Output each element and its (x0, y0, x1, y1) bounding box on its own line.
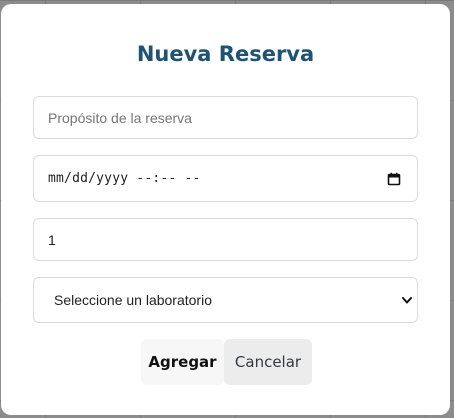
count-input[interactable]: 1 (33, 218, 418, 261)
chevron-down-icon (401, 294, 413, 306)
cancel-button[interactable]: Cancelar (224, 339, 312, 385)
purpose-input[interactable]: Propósito de la reserva (33, 96, 418, 139)
datetime-input[interactable]: mm/dd/yyyy --:-- -- (33, 155, 418, 202)
purpose-placeholder: Propósito de la reserva (48, 109, 192, 126)
modal-title: Nueva Reserva (136, 42, 315, 66)
chevron-down-icon-svg (402, 297, 412, 304)
add-button[interactable]: Agregar (141, 339, 224, 385)
calendar-icon-svg (387, 172, 401, 185)
new-reservation-modal: Nueva Reserva Propósito de la reserva mm… (1, 4, 450, 415)
datetime-placeholder: mm/dd/yyyy --:-- -- (48, 171, 201, 186)
calendar-icon[interactable] (387, 172, 401, 186)
count-value: 1 (48, 231, 56, 248)
laboratory-selected: Seleccione un laboratorio (54, 292, 212, 308)
laboratory-select[interactable]: Seleccione un laboratorio (33, 277, 418, 323)
